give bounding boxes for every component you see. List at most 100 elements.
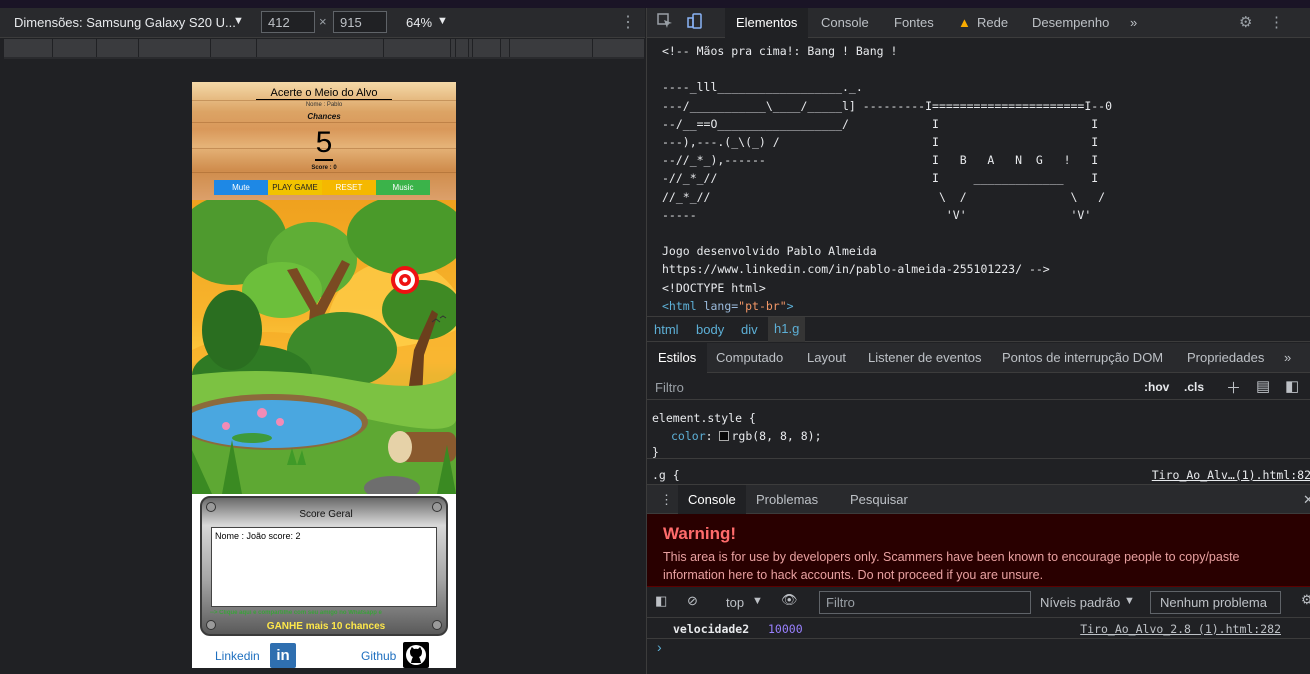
live-expression-eye-icon[interactable]: 👁 — [781, 592, 798, 608]
device-emulation-panel: Dimensões: Samsung Galaxy S20 U... ▼ 412… — [0, 8, 645, 674]
tab-rede[interactable]: Rede — [977, 15, 1008, 30]
drawer-menu-icon[interactable]: ⋮ — [660, 492, 673, 508]
styles-rules: element.style { color: rgb(8, 8, 8); } .… — [647, 401, 1310, 483]
hov-toggle[interactable]: :hov — [1144, 380, 1169, 394]
drawer-tab-console[interactable]: Console — [678, 485, 746, 514]
console-prompt[interactable]: › — [657, 639, 662, 655]
log-value: 10000 — [768, 622, 803, 636]
github-icon[interactable] — [403, 642, 429, 668]
chances-counter: 5 — [314, 126, 334, 161]
log-source-link[interactable]: Tiro_Ao_Alvo_2.8 (1).html:282 — [1080, 622, 1281, 636]
zoom-dropdown-icon[interactable]: ▼ — [437, 15, 448, 27]
log-key: velocidade2 — [673, 622, 750, 636]
tab-listener-eventos[interactable]: Listener de eventos — [868, 350, 981, 365]
linkedin-icon[interactable]: in — [270, 643, 296, 668]
width-input[interactable]: 412 — [261, 11, 315, 33]
player-name: Nome : Pablo — [305, 102, 343, 108]
height-input[interactable]: 915 — [333, 11, 387, 33]
tab-elementos[interactable]: Elementos — [725, 8, 809, 38]
color-swatch[interactable] — [719, 431, 730, 441]
device-toggle-icon[interactable] — [687, 13, 703, 33]
tab-fontes[interactable]: Fontes — [894, 15, 934, 30]
music-button[interactable]: Music — [376, 180, 430, 195]
more-tabs-icon[interactable]: » — [1130, 15, 1137, 30]
github-link[interactable]: Github — [361, 649, 396, 663]
score-board-title: Score Geral — [299, 509, 353, 520]
paint-icon[interactable]: ▤ — [1256, 377, 1270, 395]
device-select[interactable]: Dimensões: Samsung Galaxy S20 U... — [14, 15, 236, 30]
context-dropdown-icon[interactable]: ▼ — [752, 595, 763, 607]
kebab-menu-icon[interactable]: ⋮ — [620, 12, 636, 32]
game-controls: Mute PLAY GAME RESET Music — [214, 180, 430, 195]
game-header: Acerte o Meio do Alvo Nome : Pablo Chanc… — [192, 82, 456, 200]
context-select[interactable]: top — [726, 595, 744, 610]
tab-layout[interactable]: Layout — [807, 350, 846, 365]
forest-scene-illustration — [192, 200, 456, 494]
inspect-element-icon[interactable] — [657, 13, 673, 33]
more-style-tabs-icon[interactable]: » — [1284, 350, 1291, 365]
drawer-tab-problemas[interactable]: Problemas — [756, 492, 818, 507]
more-options-icon[interactable]: ⋮ — [1269, 13, 1284, 31]
element-style-selector[interactable]: element.style { — [652, 411, 756, 425]
ruler-bottom — [4, 57, 644, 59]
console-log-entry: velocidade2 10000 Tiro_Ao_Alvo_2.8 (1).h… — [647, 619, 1310, 639]
breadcrumb-div[interactable]: div — [741, 322, 758, 337]
score-label: Score : 0 — [311, 165, 337, 171]
tab-pontos-interrupcao[interactable]: Pontos de interrupção DOM — [1002, 350, 1163, 365]
tab-console[interactable]: Console — [821, 15, 869, 30]
breadcrumb-body[interactable]: body — [696, 322, 724, 337]
linkedin-link[interactable]: Linkedin — [215, 649, 260, 663]
breadcrumb: html body div h1.g — [647, 316, 1310, 342]
sidebar-toggle-icon[interactable]: ◧ — [1285, 377, 1299, 395]
console-toolbar: ◧ ⊘ top ▼ 👁 Filtro Níveis padrão ▼ Nenhu… — [647, 588, 1310, 618]
score-board: Score Geral Nome : João score: 2 --> Cli… — [200, 496, 448, 636]
sidebar-toggle-icon[interactable]: ◧ — [655, 593, 667, 609]
chances-label: Chances — [307, 112, 341, 121]
breadcrumb-html[interactable]: html — [654, 322, 679, 337]
close-drawer-icon[interactable]: ✕ — [1303, 492, 1310, 508]
g-rule-source-link[interactable]: Tiro_Ao_Alv…(1).html:82 — [1152, 468, 1310, 482]
tab-computado[interactable]: Computado — [716, 350, 783, 365]
warning-message: This area is for use by developers only.… — [663, 550, 1240, 582]
settings-gear-icon[interactable]: ⚙ — [1239, 13, 1252, 31]
new-rule-plus-icon[interactable]: ＋ — [1226, 377, 1241, 398]
zoom-select[interactable]: 64% — [406, 15, 432, 30]
breadcrumb-h1g[interactable]: h1.g — [768, 317, 806, 342]
log-levels-select[interactable]: Níveis padrão — [1040, 595, 1120, 610]
console-drawer-tabs: ⋮ Console Problemas Pesquisar ✕ — [647, 484, 1310, 514]
drawer-tab-pesquisar[interactable]: Pesquisar — [850, 492, 908, 507]
phone-viewport: Acerte o Meio do Alvo Nome : Pablo Chanc… — [192, 82, 456, 668]
rule-close-brace: } — [652, 445, 659, 459]
media-query-ruler[interactable] — [4, 39, 644, 57]
reset-button[interactable]: RESET — [322, 180, 376, 195]
target-icon[interactable] — [391, 266, 419, 294]
dimension-times: × — [319, 14, 327, 29]
game-scene[interactable] — [192, 200, 456, 494]
html-open-tag[interactable]: <html lang="pt-br"> — [662, 297, 1310, 315]
devtools-panel: Elementos Console Fontes ▲ Rede Desempen… — [646, 8, 1310, 674]
self-xss-warning: Warning! This area is for use by develop… — [647, 514, 1310, 587]
color-declaration[interactable]: color: rgb(8, 8, 8); — [671, 429, 822, 443]
whatsapp-share-link[interactable]: --> Clique aqui e compartilhe com seu am… — [210, 610, 442, 616]
levels-dropdown-icon[interactable]: ▼ — [1124, 595, 1135, 607]
device-toolbar: Dimensões: Samsung Galaxy S20 U... ▼ 412… — [0, 8, 645, 38]
styles-filter-input[interactable]: Filtro — [655, 380, 684, 395]
game-footer: Linkedin in Github — [192, 640, 456, 668]
device-dropdown-icon[interactable]: ▼ — [233, 15, 244, 27]
tab-estilos[interactable]: Estilos — [647, 343, 708, 373]
mute-button[interactable]: Mute — [214, 180, 268, 195]
elements-dom-tree[interactable]: <!-- Mãos pra cima!: Bang ! Bang ! ----_… — [647, 38, 1310, 316]
issues-button[interactable]: Nenhum problema — [1150, 591, 1281, 614]
clear-console-icon[interactable]: ⊘ — [687, 593, 698, 609]
cls-toggle[interactable]: .cls — [1184, 380, 1204, 394]
devtools-main-tabs: Elementos Console Fontes ▲ Rede Desempen… — [647, 8, 1310, 38]
play-game-button[interactable]: PLAY GAME — [268, 180, 322, 195]
styles-subtabs: Estilos Computado Layout Listener de eve… — [647, 343, 1310, 373]
warning-title: Warning! — [663, 524, 737, 543]
tab-desempenho[interactable]: Desempenho — [1032, 15, 1109, 30]
console-filter-input[interactable]: Filtro — [819, 591, 1031, 614]
tab-propriedades[interactable]: Propriedades — [1187, 350, 1264, 365]
g-class-selector[interactable]: .g { — [652, 468, 680, 482]
bonus-chances-text[interactable]: GANHE mais 10 chances — [202, 621, 450, 632]
console-settings-gear-icon[interactable]: ⚙ — [1301, 592, 1310, 608]
